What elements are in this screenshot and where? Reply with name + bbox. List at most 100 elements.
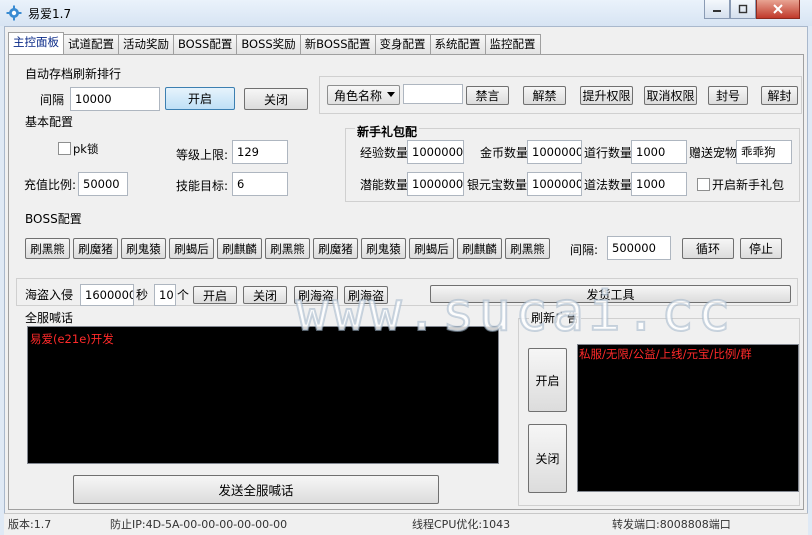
basic-title: 基本配置 (25, 115, 74, 129)
newbie-enable-label: 开启新手礼包 (712, 178, 785, 192)
status-bar: 版本:1.7 防止IP:4D-5A-00-00-00-00-00-00 线程CP… (4, 513, 808, 535)
autosave-interval-label: 间隔 (40, 93, 65, 107)
title-bar: 易爱1.7 (0, 0, 812, 26)
boss-interval-label: 间隔: (570, 243, 599, 257)
recharge-label: 充值比例: (24, 178, 77, 192)
potential-input[interactable]: 1000000 (407, 172, 464, 196)
status-thread: 线程CPU优化:1043 (412, 518, 511, 531)
daofa-input[interactable]: 1000 (631, 172, 687, 196)
newbie-enable-checkbox[interactable] (697, 178, 710, 191)
chevron-down-icon (387, 92, 396, 97)
pirate-count-unit: 个 (177, 288, 190, 302)
dao-label: 道行数量 (584, 146, 633, 160)
ad-stop-button[interactable]: 关闭 (528, 424, 567, 493)
ad-title: 刷新广告 (529, 310, 582, 326)
tab-boss-config[interactable]: BOSS配置 (173, 34, 238, 54)
boss-spawn-ghost-ape-button[interactable]: 刷鬼猿 (361, 238, 406, 259)
close-button[interactable] (756, 0, 800, 19)
ad-start-button[interactable]: 开启 (528, 348, 567, 412)
tab-bar: 主控面板 试道配置 活动奖励 BOSS配置 BOSS奖励 新BOSS配置 变身配… (8, 32, 541, 54)
pirate-count-input[interactable]: 10 (154, 284, 176, 306)
gear-icon (6, 5, 22, 21)
skill-input[interactable]: 6 (232, 172, 288, 196)
exp-input[interactable]: 1000000 (407, 140, 464, 164)
tab-transform-config[interactable]: 变身配置 (374, 34, 431, 54)
pk-lock-checkbox[interactable] (58, 142, 71, 155)
window-title: 易爱1.7 (28, 7, 72, 21)
autosave-start-button[interactable]: 开启 (165, 87, 235, 110)
minimize-button[interactable] (704, 0, 730, 19)
maximize-icon (738, 4, 748, 14)
pirate-seconds-input[interactable]: 1600000 (80, 284, 134, 306)
dao-input[interactable]: 1000 (631, 140, 687, 164)
mute-button[interactable]: 禁言 (466, 86, 509, 105)
status-guard: 防止IP:4D-5A-00-00-00-00-00-00 (110, 518, 288, 531)
exp-label: 经验数量 (360, 146, 409, 160)
tab-event-reward[interactable]: 活动奖励 (118, 34, 174, 54)
status-port: 转发端口:8008808端口 (612, 518, 731, 531)
boss-spawn-qilin-button[interactable]: 刷麒麟 (217, 238, 262, 259)
autosave-stop-button[interactable]: 关闭 (244, 88, 308, 110)
skill-label: 技能目标: (176, 179, 229, 193)
pirate-spawn-button-1[interactable]: 刷海盗 (294, 286, 338, 304)
boss-loop-button[interactable]: 循环 (682, 238, 734, 259)
unban-button[interactable]: 解封 (761, 86, 798, 105)
pirate-stop-button[interactable]: 关闭 (243, 286, 287, 304)
tab-new-boss-config[interactable]: 新BOSS配置 (299, 34, 376, 54)
boss-spawn-demon-pig-button[interactable]: 刷魔猪 (73, 238, 118, 259)
autosave-interval-input[interactable]: 10000 (70, 87, 160, 111)
recharge-input[interactable]: 50000 (78, 172, 128, 196)
pirate-spawn-button-2[interactable]: 刷海盗 (344, 286, 388, 304)
tab-main-panel[interactable]: 主控面板 (8, 32, 64, 54)
silver-label: 银元宝数量 (467, 178, 528, 192)
boss-stop-button[interactable]: 停止 (740, 238, 782, 259)
boss-title: BOSS配置 (25, 212, 82, 226)
level-label: 等级上限: (176, 148, 229, 162)
broadcast-textarea[interactable]: 易爱(e21e)开发 (27, 326, 499, 464)
tab-monitor-config[interactable]: 监控配置 (484, 34, 541, 54)
tab-system-config[interactable]: 系统配置 (429, 34, 486, 54)
boss-spawn-qilin-button[interactable]: 刷麒麟 (457, 238, 502, 259)
pet-label: 赠送宠物 (689, 146, 738, 160)
maximize-button[interactable] (730, 0, 756, 19)
boss-spawn-bear-button[interactable]: 刷黑熊 (505, 238, 550, 259)
ban-button[interactable]: 封号 (708, 86, 748, 105)
daofa-label: 道法数量 (584, 178, 633, 192)
silver-input[interactable]: 1000000 (527, 172, 582, 196)
pet-input[interactable]: 乖乖狗 (736, 140, 792, 164)
gold-input[interactable]: 1000000 (527, 140, 582, 164)
tab-boss-reward[interactable]: BOSS奖励 (236, 34, 301, 54)
gold-label: 金币数量 (480, 146, 529, 160)
autosave-title: 自动存档刷新排行 (25, 67, 122, 81)
close-icon (773, 4, 783, 14)
boss-spawn-scorpion-queen-button[interactable]: 刷蝎后 (169, 238, 214, 259)
unmute-button[interactable]: 解禁 (523, 86, 566, 105)
pk-lock-label: pk锁 (73, 142, 99, 156)
newbie-title: 新手礼包配 (355, 124, 420, 140)
demote-button[interactable]: 取消权限 (644, 86, 697, 105)
role-name-input[interactable] (403, 84, 463, 104)
promote-button[interactable]: 提升权限 (580, 86, 633, 105)
broadcast-text: 易爱(e21e)开发 (30, 332, 114, 346)
ad-textarea[interactable]: 私服/无限/公益/上线/元宝/比例/群 (577, 344, 799, 492)
boss-spawn-bear-button[interactable]: 刷黑熊 (265, 238, 310, 259)
level-input[interactable]: 129 (232, 140, 288, 164)
boss-interval-input[interactable]: 500000 (607, 236, 671, 260)
role-type-select[interactable]: 角色名称 (327, 85, 400, 105)
boss-spawn-bear-button[interactable]: 刷黑熊 (25, 238, 70, 259)
send-broadcast-button[interactable]: 发送全服喊话 (73, 475, 439, 504)
tab-trial-config[interactable]: 试道配置 (63, 34, 119, 54)
status-version: 版本:1.7 (8, 518, 52, 531)
pirate-seconds-unit: 秒 (136, 288, 149, 302)
broadcast-title: 全服喊话 (25, 311, 74, 325)
minimize-icon (713, 10, 721, 12)
boss-spawn-scorpion-queen-button[interactable]: 刷蝎后 (409, 238, 454, 259)
boss-spawn-demon-pig-button[interactable]: 刷魔猪 (313, 238, 358, 259)
pirate-label: 海盗入侵 (25, 288, 74, 302)
potential-label: 潜能数量 (360, 178, 409, 192)
boss-spawn-ghost-ape-button[interactable]: 刷鬼猿 (121, 238, 166, 259)
shipping-tool-button[interactable]: 发货工具 (430, 285, 791, 303)
ad-text: 私服/无限/公益/上线/元宝/比例/群 (579, 347, 752, 361)
pirate-start-button[interactable]: 开启 (193, 286, 237, 304)
role-type-value: 角色名称 (334, 88, 383, 103)
